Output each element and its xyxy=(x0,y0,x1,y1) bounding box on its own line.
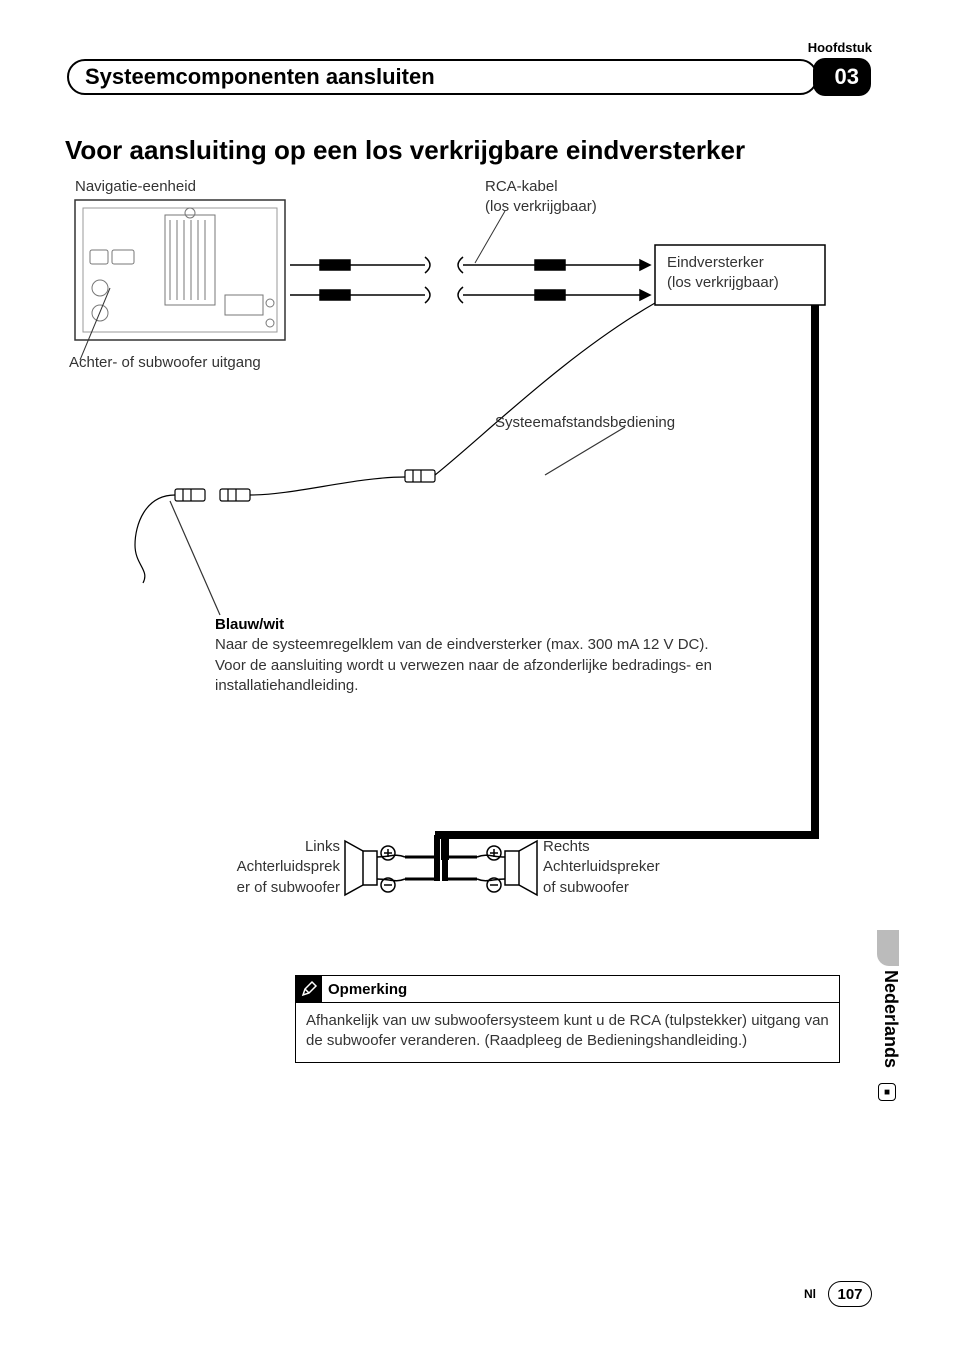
page-heading: Voor aansluiting op een los verkrijgbare… xyxy=(65,135,745,166)
connection-diagram: Navigatie-eenheid RCA-kabel (los verkrij… xyxy=(65,175,840,915)
footer-lang-code: Nl xyxy=(804,1287,816,1301)
chapter-bar: Systeemcomponenten aansluiten 03 xyxy=(65,58,872,98)
note-header: Opmerking xyxy=(296,976,839,1003)
chapter-label: Hoofdstuk xyxy=(808,40,872,55)
label-left-speaker: Links Achterluidsprek​er of subwoofer xyxy=(225,837,340,898)
label-rca-cable: RCA-kabel (los verkrijgbaar) xyxy=(485,177,597,218)
label-system-remote: Systeemafstandsbediening xyxy=(495,413,675,433)
note-title: Opmerking xyxy=(328,977,407,1002)
label-blue-white: Blauw/wit Naar de systeemregelklem van d… xyxy=(215,615,725,696)
label-amplifier-text: Eindversterker xyxy=(667,254,764,271)
label-amplifier: Eindversterker (los verkrijgbaar) xyxy=(667,253,779,294)
pencil-icon xyxy=(296,976,322,1002)
language-tab-bg xyxy=(877,930,899,966)
label-rca-cable-text: RCA-kabel xyxy=(485,178,558,195)
label-left-body: Achterluidsprek​er of subwoofer xyxy=(237,858,340,895)
language-tab-text: Nederlands xyxy=(880,970,901,1068)
note-box: Opmerking Afhankelijk van uw subwoofersy… xyxy=(295,975,840,1063)
language-tab: Nederlands xyxy=(869,930,899,1085)
label-rca-cable-sub: (los verkrijgbaar) xyxy=(485,198,597,215)
label-right-speaker: Rechts Achterluidsprek​er of subwoofer xyxy=(543,837,673,898)
label-right-body: Achterluidsprek​er of subwoofer xyxy=(543,858,660,895)
chapter-number: 03 xyxy=(835,64,859,90)
label-blue-white-body: Naar de systeemregelklem van de eindvers… xyxy=(215,635,725,696)
section-end-icon: ■ xyxy=(878,1083,896,1101)
label-right-title: Rechts xyxy=(543,838,590,855)
label-nav-unit: Navigatie-eenheid xyxy=(75,177,196,197)
label-left-title: Links xyxy=(305,838,340,855)
note-body: Afhankelijk van uw subwoofersysteem kunt… xyxy=(296,1003,839,1062)
page-footer: Nl 107 xyxy=(804,1281,872,1307)
label-blue-white-title: Blauw/wit xyxy=(215,615,725,635)
label-rear-sub-output: Achter- of subwoofer uitgang xyxy=(69,353,261,373)
section-title: Systeemcomponenten aansluiten xyxy=(85,64,435,90)
label-amplifier-sub: (los verkrijgbaar) xyxy=(667,274,779,291)
footer-page-number: 107 xyxy=(828,1281,872,1307)
